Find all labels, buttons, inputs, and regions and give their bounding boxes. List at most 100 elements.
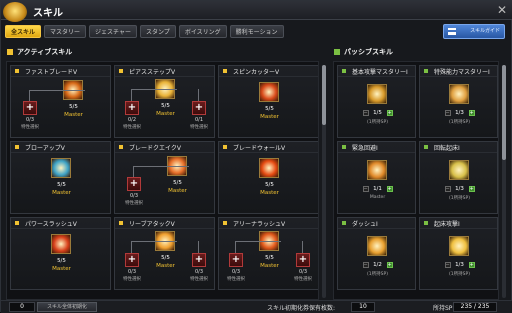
tab-gesture[interactable]: ジェスチャー [89,25,137,38]
trait-note: 特性選択 [190,125,208,130]
active-skill-card[interactable]: アリーナラッシュV 5/5 Master +0/3 特性選択 +0/3 特性選択 [218,217,318,290]
increase-button[interactable]: + [386,186,393,192]
increase-button[interactable]: + [386,262,393,268]
reset-all-skills-button[interactable]: スキル全体初期化 [37,302,97,312]
active-skill-card[interactable]: ブローアップV 5/5 Master [10,141,111,214]
add-trait-button[interactable]: + [192,253,206,267]
active-skills-heading: アクティブスキル [7,47,72,57]
connector-line [29,90,30,101]
skill-icon[interactable] [448,160,469,180]
connector-line [133,166,134,177]
reset-ticket-label: スキル初期化券保有枚数: [267,305,336,312]
passive-skill-card[interactable]: ダッシュI −1/2 + (1所持SP) [337,217,416,290]
trait-value: 0/2 [127,117,137,123]
reset-count-box: 0 [9,302,35,312]
passive-note: (1所持SP) [449,196,470,201]
active-skill-card[interactable]: ファストブレードV 5/5 Master +0/3 特性選択 [10,65,111,138]
passive-scroll-thumb[interactable] [502,65,506,160]
passive-skill-card[interactable]: 起床攻撃I −1/3 + (1所持SP) [419,217,498,290]
trait-note: 特性選択 [21,125,39,130]
gold-dot-icon [223,69,227,73]
passive-skill-card[interactable]: 緊急回避I −1/1 + Master [337,141,416,214]
skill-icon[interactable] [50,234,71,254]
connector-line [154,89,177,90]
tab-victory-motion[interactable]: 勝利モーション [229,25,284,38]
skill-icon[interactable] [50,158,71,178]
skill-name: ブローアップV [25,145,65,152]
connector-line [131,89,132,101]
skill-logo-icon [3,2,27,22]
increase-button[interactable]: + [468,110,475,116]
skill-icon[interactable] [258,158,279,178]
active-skill-card[interactable]: ブレードウォールV 5/5 Master [218,141,318,214]
passive-note: Master [369,195,386,200]
tab-all-skills[interactable]: 全スキル [5,25,42,38]
passive-skill-card[interactable]: 基本攻撃マスタリーI −1/5 + (1所持SP) [337,65,416,138]
add-trait-button[interactable]: + [296,253,310,267]
connector-line [198,89,199,101]
add-trait-button[interactable]: + [229,253,243,267]
active-skill-card[interactable]: リーブアタックV 5/5 Master +0/3 特性選択 +0/3 特性選択 [114,217,215,290]
skill-mastery: Master [156,263,175,269]
gold-square-icon [7,49,13,55]
skill-icon[interactable] [448,236,469,256]
close-icon[interactable]: ✕ [497,3,507,17]
trait-note: 特性選択 [294,277,312,282]
skill-icon[interactable] [366,236,387,256]
add-trait-button[interactable]: + [192,101,206,115]
green-dot-icon [424,69,428,73]
connector-line [235,241,236,253]
skill-guide-button[interactable]: スキルガイド [443,24,505,39]
passive-skill-card[interactable]: 回転起床I −1/3 + (1所持SP) [419,141,498,214]
passive-level: 1/2 [373,262,382,268]
passive-level: 1/5 [373,110,382,116]
skill-icon[interactable] [366,84,387,104]
active-skill-card[interactable]: パワースラッシュV 5/5 Master [10,217,111,290]
trait-value: 0/3 [298,269,308,275]
active-scroll-thumb[interactable] [322,65,326,125]
trait-note: 特性選択 [125,201,143,206]
tab-mastery[interactable]: マスタリー [44,25,87,38]
trait-value: 0/3 [127,269,137,275]
skill-mastery: Master [260,190,279,196]
passive-skill-card[interactable]: 特殊能力マスタリーI −1/3 + (1所持SP) [419,65,498,138]
passive-level: 1/3 [455,262,464,268]
list-icon [448,28,456,35]
card-header: 緊急回避I [338,142,415,153]
passive-note: (1所持SP) [367,120,388,125]
increase-button[interactable]: + [468,186,475,192]
skill-icon[interactable] [366,160,387,180]
card-header: スピンカッターV [219,66,318,77]
connector-line [198,241,199,253]
increase-button[interactable]: + [386,110,393,116]
add-trait-button[interactable]: + [125,253,139,267]
tab-voice-ring[interactable]: ボイスリング [178,25,227,38]
gold-dot-icon [119,221,123,225]
green-dot-icon [342,145,346,149]
card-header: ブレードクエイクV [115,142,214,153]
add-trait-button[interactable]: + [23,101,37,115]
active-skill-card[interactable]: ピアスステップV 5/5 Master +0/2 特性選択 +0/1 特性選択 [114,65,215,138]
passive-skills-heading: パッシブスキル [334,47,393,57]
passive-scrollbar[interactable] [502,65,506,298]
passive-level: 1/3 [455,110,464,116]
tab-stamp[interactable]: スタンプ [139,25,176,38]
active-skill-card[interactable]: スピンカッターV 5/5 Master [218,65,318,138]
skill-icon[interactable] [448,84,469,104]
increase-button[interactable]: + [468,262,475,268]
gold-dot-icon [223,145,227,149]
active-scrollbar[interactable] [322,65,326,298]
skill-level: 5/5 [69,104,78,110]
skill-level: 5/5 [57,258,66,264]
footer-bar: 0 スキル全体初期化 スキル初期化券保有枚数: 10 所持SP 235 / 23… [1,300,512,313]
skill-icon[interactable] [258,82,279,102]
skill-name: スピンカッターV [233,69,280,76]
skill-name: 特殊能力マスタリーI [434,69,490,76]
passive-note: (1所持SP) [367,272,388,277]
gold-dot-icon [223,221,227,225]
add-trait-button[interactable]: + [125,101,139,115]
active-skill-card[interactable]: ブレードクエイクV 5/5 Master +0/3 特性選択 [114,141,215,214]
skill-level: 5/5 [265,255,274,261]
green-dot-icon [424,145,428,149]
add-trait-button[interactable]: + [127,177,141,191]
